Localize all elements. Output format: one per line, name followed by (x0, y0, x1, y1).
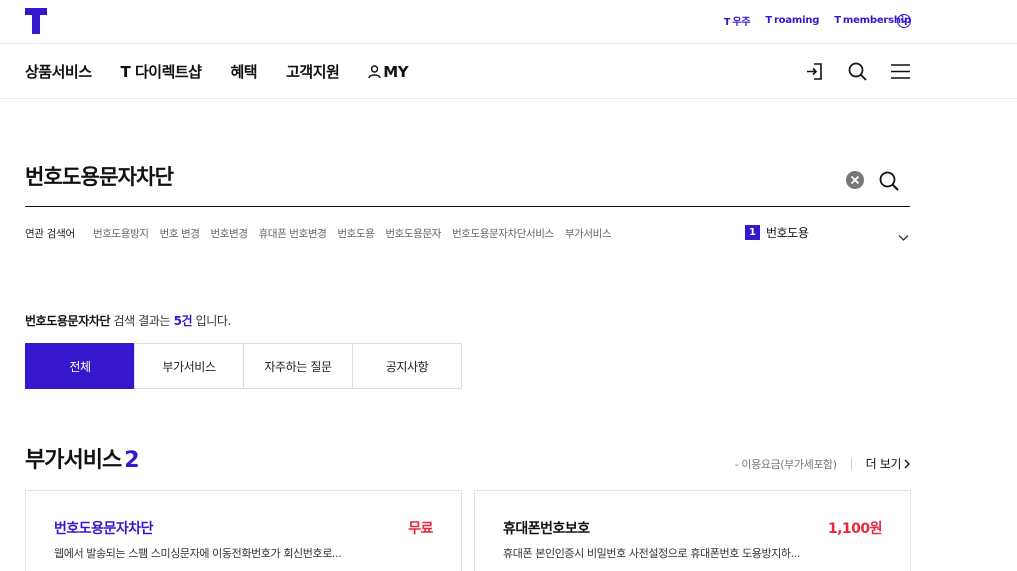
section-title: 부가서비스 2 (25, 442, 140, 474)
related-keyword[interactable]: 번호도용방지 (93, 226, 149, 241)
section-count: 2 (124, 448, 139, 473)
link-t-universe[interactable]: T 우주 (724, 13, 751, 28)
section-title-text: 부가서비스 (25, 448, 122, 473)
price-note: - 이용요금(부가세포함) (734, 457, 837, 471)
more-links-chevron-icon[interactable] (897, 14, 911, 28)
result-tabs: 전체 부가서비스 자주하는 질문 공지사항 (25, 343, 462, 389)
related-keyword[interactable]: 부가서비스 (565, 226, 612, 241)
nav-products[interactable]: 상품서비스 (25, 61, 92, 82)
more-button[interactable]: 더 보기 (866, 455, 910, 472)
popular-keyword-rank[interactable]: 1 번호도용 (745, 224, 809, 241)
result-text-tail: 입니다. (192, 314, 232, 328)
service-description: 웹에서 발송되는 스팸 스미싱문자에 이동전화번호가 회신번호로... (54, 547, 342, 560)
nav-my[interactable]: MY (368, 61, 409, 82)
top-links: T 우주 Troaming Tmembership (724, 13, 912, 28)
nav-support[interactable]: 고객지원 (286, 61, 340, 82)
more-label: 더 보기 (865, 457, 902, 471)
search-input[interactable] (25, 164, 825, 188)
search-box (25, 160, 910, 207)
link-t-roaming[interactable]: Troaming (765, 15, 819, 26)
service-price: 무료 (408, 521, 433, 537)
service-description: 휴대폰 본인인증시 비밀번호 사전설정으로 휴대폰번호 도용방지하... (503, 547, 800, 560)
tab-notices[interactable]: 공지사항 (352, 343, 462, 389)
nav-direct-shop[interactable]: T 다이렉트샵 (121, 61, 202, 82)
result-query: 번호도용문자차단 (25, 314, 111, 328)
search-submit-icon[interactable] (878, 170, 900, 192)
hamburger-menu-icon[interactable] (890, 61, 911, 82)
login-icon[interactable] (804, 61, 825, 82)
search-icon[interactable] (847, 61, 868, 82)
service-card[interactable]: 휴대폰번호보호 1,100원 휴대폰 본인인증시 비밀번호 사전설정으로 휴대폰… (474, 490, 911, 571)
related-keywords-label: 연관 검색어 (25, 228, 75, 240)
related-keywords: 연관 검색어 번호도용방지 번호 변경 번호변경 휴대폰 번호변경 번호도용 번… (25, 224, 910, 244)
chevron-down-icon[interactable] (898, 227, 909, 246)
service-name: 휴대폰번호보호 (503, 521, 590, 537)
related-keyword[interactable]: 번호변경 (211, 226, 248, 241)
chevron-right-icon (904, 459, 910, 468)
rank-keyword: 번호도용 (766, 226, 809, 240)
clear-search-icon[interactable] (846, 171, 864, 189)
top-bar: T 우주 Troaming Tmembership (0, 0, 1017, 44)
divider (850, 457, 852, 470)
related-keyword[interactable]: 휴대폰 번호변경 (259, 226, 327, 241)
tab-additional-services[interactable]: 부가서비스 (134, 343, 244, 389)
service-card[interactable]: 번호도용문자차단 무료 웹에서 발송되는 스팸 스미싱문자에 이동전화번호가 회… (25, 490, 462, 571)
tab-faq[interactable]: 자주하는 질문 (243, 343, 353, 389)
result-summary: 번호도용문자차단 검색 결과는 5건 입니다. (25, 312, 231, 329)
global-nav: 상품서비스 T 다이렉트샵 혜택 고객지원 MY (0, 44, 1017, 99)
tab-all[interactable]: 전체 (25, 343, 135, 389)
related-keyword[interactable]: 번호도용문자 (385, 226, 441, 241)
related-keyword[interactable]: 번호 변경 (160, 226, 200, 241)
result-count: 5건 (173, 314, 193, 328)
service-name: 번호도용문자차단 (54, 521, 154, 537)
rank-number-badge: 1 (745, 225, 760, 240)
result-text: 검색 결과는 (110, 314, 174, 328)
related-keyword[interactable]: 번호도용 (337, 226, 374, 241)
nav-benefits[interactable]: 혜택 (230, 61, 257, 82)
service-price: 1,100원 (827, 521, 883, 537)
nav-my-label: MY (383, 62, 409, 81)
section-meta: - 이용요금(부가세포함) 더 보기 (735, 455, 910, 472)
t-logo[interactable] (25, 8, 47, 34)
user-icon (368, 64, 381, 78)
related-keyword[interactable]: 번호도용문자차단서비스 (452, 226, 554, 241)
